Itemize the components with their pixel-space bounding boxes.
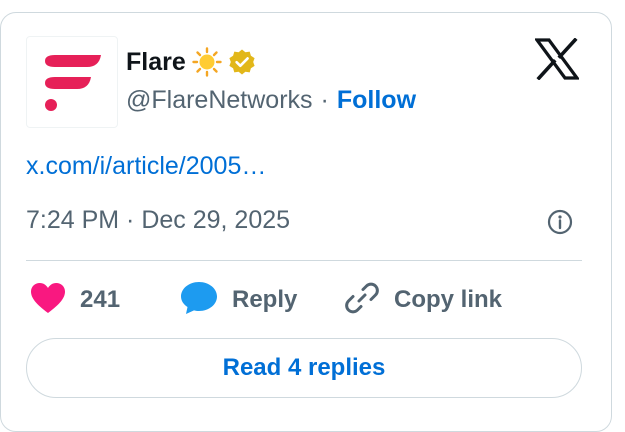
reply-label: Reply bbox=[232, 286, 298, 313]
like-button[interactable]: 241 bbox=[30, 280, 120, 320]
author-handle[interactable]: @FlareNetworks bbox=[126, 86, 313, 115]
article-link[interactable]: x.com/i/article/2005… bbox=[26, 152, 266, 181]
sun-emoji-icon bbox=[192, 47, 222, 77]
like-count: 241 bbox=[80, 286, 121, 313]
x-logo-icon[interactable] bbox=[533, 37, 581, 85]
tweet-timestamp[interactable]: 7:24 PM · Dec 29, 2025 bbox=[26, 206, 290, 235]
follow-button[interactable]: Follow bbox=[337, 86, 416, 115]
author-name-row: Flare bbox=[126, 44, 256, 80]
speech-bubble-icon bbox=[180, 281, 218, 320]
avatar[interactable] bbox=[26, 36, 118, 128]
info-icon[interactable] bbox=[547, 209, 573, 240]
read-replies-button[interactable]: Read 4 replies bbox=[26, 338, 582, 398]
heart-icon bbox=[30, 282, 66, 319]
copy-link-label: Copy link bbox=[394, 286, 503, 313]
flare-logo-icon bbox=[45, 55, 101, 111]
author-handle-row: @FlareNetworks · Follow bbox=[126, 86, 416, 115]
separator-dot: · bbox=[320, 86, 329, 114]
link-icon bbox=[344, 280, 380, 321]
copy-link-button[interactable]: Copy link bbox=[344, 280, 502, 320]
author-name[interactable]: Flare bbox=[126, 48, 186, 77]
divider bbox=[26, 260, 582, 261]
gold-verified-badge-icon[interactable] bbox=[228, 48, 256, 76]
reply-button[interactable]: Reply bbox=[180, 280, 297, 320]
